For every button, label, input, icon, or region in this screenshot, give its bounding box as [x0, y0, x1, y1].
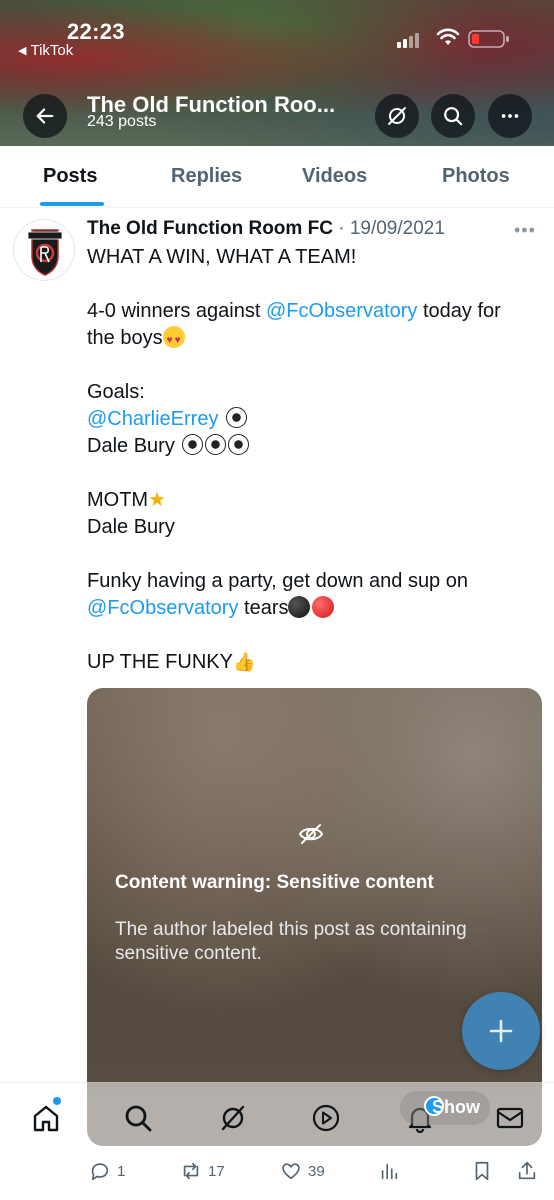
- post-line: Goals:: [87, 381, 145, 403]
- share-icon: [518, 1161, 536, 1180]
- post-line: Dale Bury: [87, 433, 542, 460]
- compose-post-button[interactable]: [462, 992, 540, 1070]
- post-line: MOTM★: [87, 489, 167, 511]
- content-warning-title: Content warning: Sensitive content: [115, 872, 434, 893]
- tab-photos[interactable]: Photos: [442, 165, 510, 188]
- reply-icon: [91, 1163, 109, 1181]
- post-line: Dale Bury: [87, 516, 175, 538]
- back-button[interactable]: [23, 94, 67, 138]
- post-line: WHAT A WIN, WHAT A TEAM!: [87, 246, 357, 268]
- back-app-label: TikTok: [30, 42, 74, 59]
- football-emoji-icon: [182, 434, 204, 455]
- profile-tabs: Posts Replies Videos Photos: [0, 146, 554, 208]
- post-date[interactable]: 19/09/2021: [350, 218, 445, 239]
- club-crest-logo: [27, 229, 63, 276]
- more-options-button[interactable]: [488, 94, 532, 138]
- active-tab-indicator: [40, 202, 104, 206]
- avatar[interactable]: [13, 219, 75, 281]
- post-more-icon[interactable]: •••: [514, 220, 536, 241]
- post-line: the boys: [87, 325, 542, 354]
- repost-count: 17: [208, 1162, 225, 1180]
- status-time: 22:23: [67, 19, 125, 44]
- hidden-eye-icon: [298, 824, 324, 844]
- post-line: @FcObservatory tears: [87, 595, 542, 622]
- football-emoji-icon: [228, 434, 250, 455]
- bookmark-button[interactable]: [471, 1160, 493, 1182]
- bottom-navigation: Show: [0, 1082, 554, 1150]
- post-count: 243 posts: [87, 113, 157, 130]
- status-bar: 22:23 ◀ TikTok: [0, 0, 554, 68]
- share-button[interactable]: [516, 1160, 538, 1182]
- star-emoji-icon: ★: [148, 489, 167, 511]
- post-line: UP THE FUNKY👍: [87, 651, 256, 673]
- plus-icon: [489, 1019, 513, 1043]
- repost-icon: [183, 1162, 199, 1180]
- post-header: The Old Function Room FC · 19/09/2021: [87, 218, 445, 240]
- repost-button[interactable]: 17: [180, 1160, 225, 1182]
- thumbs-up-emoji-icon: 👍: [232, 652, 256, 673]
- home-notification-dot: [53, 1097, 61, 1105]
- search-button[interactable]: [431, 94, 475, 138]
- grok-icon[interactable]: [218, 1103, 248, 1133]
- mention-link[interactable]: @FcObservatory: [266, 300, 417, 322]
- grok-button[interactable]: [375, 94, 419, 138]
- home-icon[interactable]: [31, 1103, 61, 1133]
- profile-nav-row: The Old Function Roo... 243 posts: [0, 92, 554, 142]
- grok-icon: [388, 107, 406, 125]
- more-icon: [501, 114, 519, 118]
- post-separator: ·: [332, 218, 350, 239]
- views-icon: [381, 1163, 398, 1180]
- reply-count: 1: [117, 1162, 126, 1180]
- search-icon: [444, 107, 463, 126]
- back-triangle-icon: ◀: [18, 45, 27, 57]
- back-arrow-icon: [36, 108, 54, 124]
- tab-replies[interactable]: Replies: [171, 165, 242, 188]
- post-line: @CharlieErrey: [87, 406, 542, 433]
- post-action-bar: 1 17 39: [0, 1152, 554, 1200]
- battery-icon: [468, 30, 509, 48]
- post-author[interactable]: The Old Function Room FC: [87, 218, 333, 239]
- profile-header-banner: 22:23 ◀ TikTok The Old Function Roo... 2…: [0, 0, 554, 146]
- reply-button[interactable]: 1: [89, 1160, 125, 1182]
- red-circle-emoji-icon: [312, 596, 335, 618]
- post-line: 4-0 winners against @FcObservatory today…: [87, 300, 501, 322]
- post-line: Funky having a party, get down and sup o…: [87, 570, 468, 592]
- wifi-icon: [436, 28, 460, 45]
- cellular-signal-icon: [397, 30, 427, 48]
- tab-posts[interactable]: Posts: [43, 165, 97, 188]
- bookmark-icon: [475, 1161, 489, 1181]
- tab-videos[interactable]: Videos: [302, 165, 367, 188]
- mention-link[interactable]: @FcObservatory: [87, 597, 238, 619]
- search-icon[interactable]: [123, 1103, 153, 1133]
- football-emoji-icon: [226, 407, 248, 428]
- football-emoji-icon: [205, 434, 227, 455]
- like-button[interactable]: 39: [280, 1160, 325, 1182]
- heart-eyes-emoji-icon: [162, 326, 185, 354]
- mention-link[interactable]: @CharlieErrey: [87, 408, 218, 430]
- post-text: WHAT A WIN, WHAT A TEAM! 4-0 winners aga…: [87, 244, 542, 676]
- like-count: 39: [308, 1162, 325, 1180]
- sensitive-media-card[interactable]: Content warning: Sensitive content The a…: [87, 688, 542, 1146]
- video-icon[interactable]: [311, 1103, 341, 1133]
- black-circle-emoji-icon: [288, 596, 311, 618]
- views-button[interactable]: [378, 1160, 400, 1182]
- mail-icon[interactable]: [495, 1103, 525, 1133]
- content-warning-description: The author labeled this post as containi…: [115, 919, 467, 964]
- back-to-app-link[interactable]: ◀ TikTok: [18, 42, 73, 59]
- like-icon: [282, 1163, 300, 1180]
- show-media-button[interactable]: Show: [432, 1097, 480, 1118]
